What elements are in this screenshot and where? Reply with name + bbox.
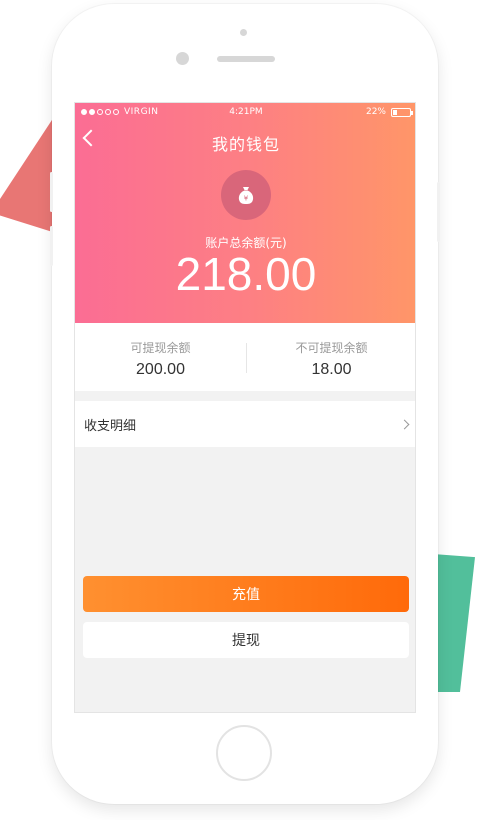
withdrawable-balance: 可提现余额 200.00: [75, 323, 246, 391]
earpiece-speaker: [217, 56, 275, 62]
non-withdrawable-balance: 不可提现余额 18.00: [246, 323, 415, 391]
transaction-details-row[interactable]: 收支明细: [75, 401, 415, 447]
transaction-details-label: 收支明细: [84, 418, 137, 434]
wallet-header: VIRGIN 4:21PM 22% 我的钱包 ¥ 账户总余额(元) 218.00: [75, 103, 415, 323]
non-withdrawable-label: 不可提现余额: [295, 341, 368, 355]
money-bag-icon: ¥: [221, 170, 271, 220]
battery-icon: [391, 107, 413, 117]
status-time: 4:21PM: [229, 107, 263, 117]
total-balance-value: 218.00: [175, 248, 317, 300]
withdraw-button[interactable]: 提现: [83, 622, 409, 658]
home-button[interactable]: [216, 725, 272, 781]
svg-text:¥: ¥: [244, 195, 249, 203]
withdrawable-value: 200.00: [136, 361, 185, 378]
page-title: 我的钱包: [211, 135, 280, 154]
recharge-button[interactable]: 充值: [83, 576, 409, 612]
proximity-sensor: [240, 29, 247, 36]
non-withdrawable-value: 18.00: [311, 361, 352, 378]
front-camera: [176, 52, 189, 65]
phone-side-button: [50, 226, 53, 266]
chevron-right-icon: [399, 419, 410, 429]
withdrawable-label: 可提现余额: [130, 341, 191, 355]
status-bar: VIRGIN 4:21PM 22%: [81, 105, 413, 119]
app-screen: VIRGIN 4:21PM 22% 我的钱包 ¥ 账户总余额(元) 218.00…: [74, 102, 416, 713]
phone-side-button: [50, 172, 53, 212]
divider: [246, 343, 247, 373]
phone-side-button: [437, 182, 440, 242]
balance-breakdown: 可提现余额 200.00 不可提现余额 18.00: [75, 323, 415, 391]
